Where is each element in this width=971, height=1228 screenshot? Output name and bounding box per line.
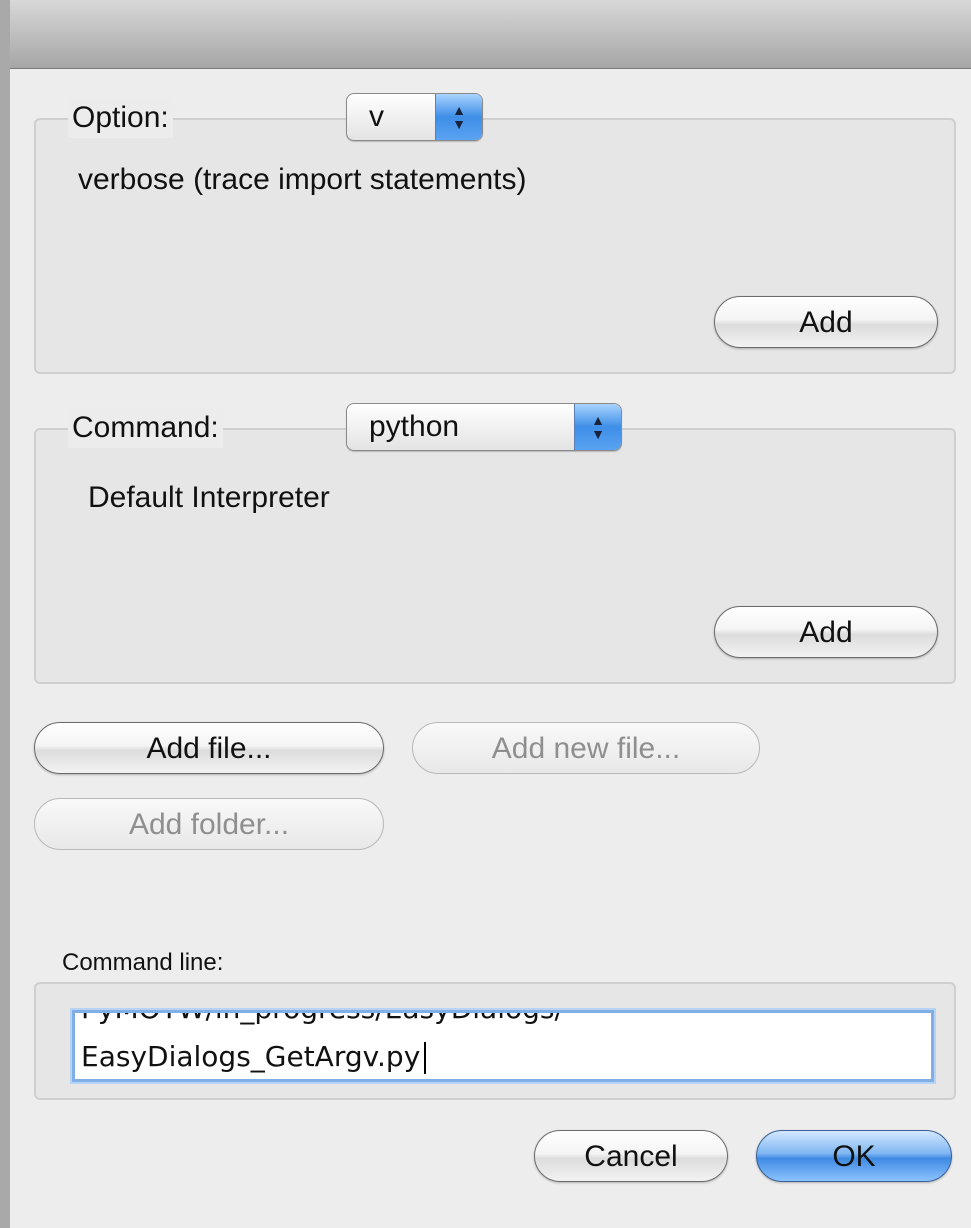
title-bar[interactable] — [10, 0, 971, 69]
dialog-window: Option: v ▲ ▼ verbose (trace import state… — [0, 0, 971, 1228]
add-option-button[interactable]: Add — [714, 296, 938, 348]
command-popup-value: python — [369, 410, 460, 443]
option-label: Option: — [68, 98, 173, 138]
command-line-label: Command line: — [62, 949, 224, 976]
text-caret — [424, 1042, 427, 1074]
up-down-arrows-icon: ▲ ▼ — [574, 404, 621, 450]
cancel-button[interactable]: Cancel — [534, 1130, 728, 1182]
add-folder-button[interactable]: Add folder... — [34, 798, 384, 850]
command-line-text: EasyDialogs_GetArgv.py — [81, 1040, 421, 1073]
command-line-field[interactable]: PyMOTW/in_progress/EasyDialogs/ EasyDial… — [72, 1010, 934, 1082]
command-line-text-row: EasyDialogs_GetArgv.py — [81, 1037, 427, 1077]
option-popup-value: v — [369, 100, 384, 133]
option-popup[interactable]: v ▲ ▼ — [346, 93, 483, 141]
command-popup[interactable]: python ▲ ▼ — [346, 403, 622, 451]
add-file-button[interactable]: Add file... — [34, 722, 384, 774]
ok-button[interactable]: OK — [756, 1130, 952, 1182]
add-new-file-button[interactable]: Add new file... — [412, 722, 760, 774]
command-line-text-partial: PyMOTW/in_progress/EasyDialogs/ — [81, 1013, 564, 1029]
command-description: Default Interpreter — [88, 481, 330, 514]
up-down-arrows-icon: ▲ ▼ — [435, 94, 482, 140]
command-label: Command: — [68, 408, 223, 448]
add-command-button[interactable]: Add — [714, 606, 938, 658]
option-description: verbose (trace import statements) — [78, 163, 527, 196]
